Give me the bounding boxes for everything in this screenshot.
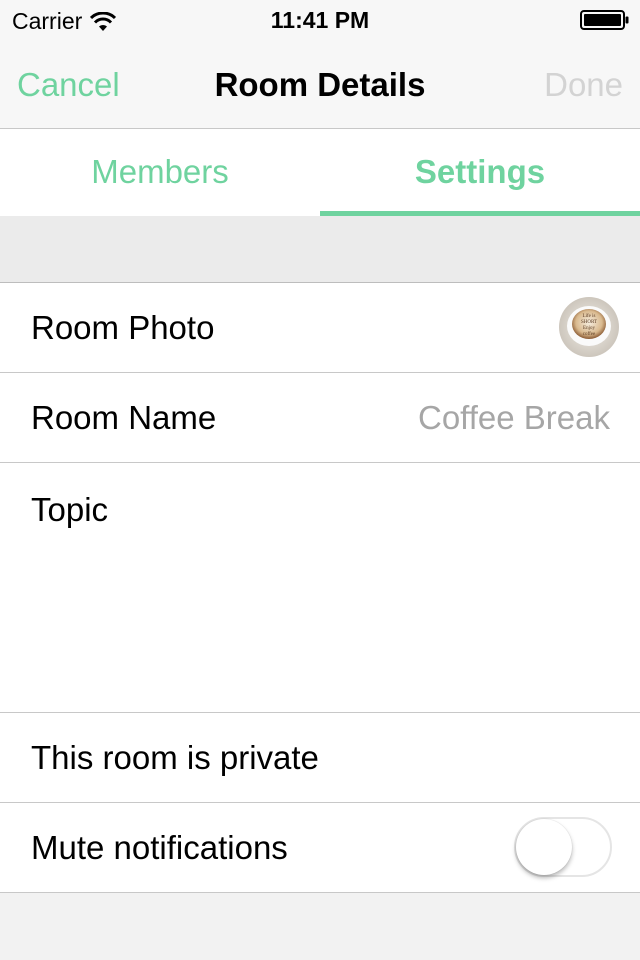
tab-settings[interactable]: Settings [320,129,640,216]
mute-notifications-toggle[interactable] [514,817,612,877]
room-name-row[interactable]: Room Name Coffee Break [0,373,640,463]
tab-members[interactable]: Members [0,129,320,216]
settings-table: Room Photo Life is SHORT Enjoy coffee Ro… [0,283,640,893]
private-room-label: This room is private [31,739,319,776]
toggle-knob [516,819,572,875]
room-photo-label: Room Photo [31,309,215,346]
room-photo-row[interactable]: Room Photo Life is SHORT Enjoy coffee [0,283,640,373]
photo-text-line-1: Life is [583,314,596,319]
navigation-bar: Cancel Room Details Done [0,40,640,129]
photo-text-line-3: Enjoy [583,326,595,331]
topic-row[interactable]: Topic [0,463,640,713]
done-button[interactable]: Done [544,66,623,104]
topic-label: Topic [31,491,109,528]
section-spacer [0,216,640,283]
clock: 11:41 PM [270,7,370,33]
room-name-value[interactable]: Coffee Break [418,399,610,437]
room-photo-thumbnail[interactable]: Life is SHORT Enjoy coffee [559,297,619,357]
photo-text-line-2: SHORT [581,320,597,325]
room-name-label: Room Name [31,399,217,436]
battery-icon [580,10,629,30]
mute-notifications-row: Mute notifications [0,803,640,893]
private-room-row[interactable]: This room is private [0,713,640,803]
mute-notifications-label: Mute notifications [31,829,288,866]
photo-text-line-4: coffee [583,332,596,337]
segmented-tabs: Members Settings [0,129,640,216]
status-bar: Carrier 11:41 PM [0,0,640,40]
